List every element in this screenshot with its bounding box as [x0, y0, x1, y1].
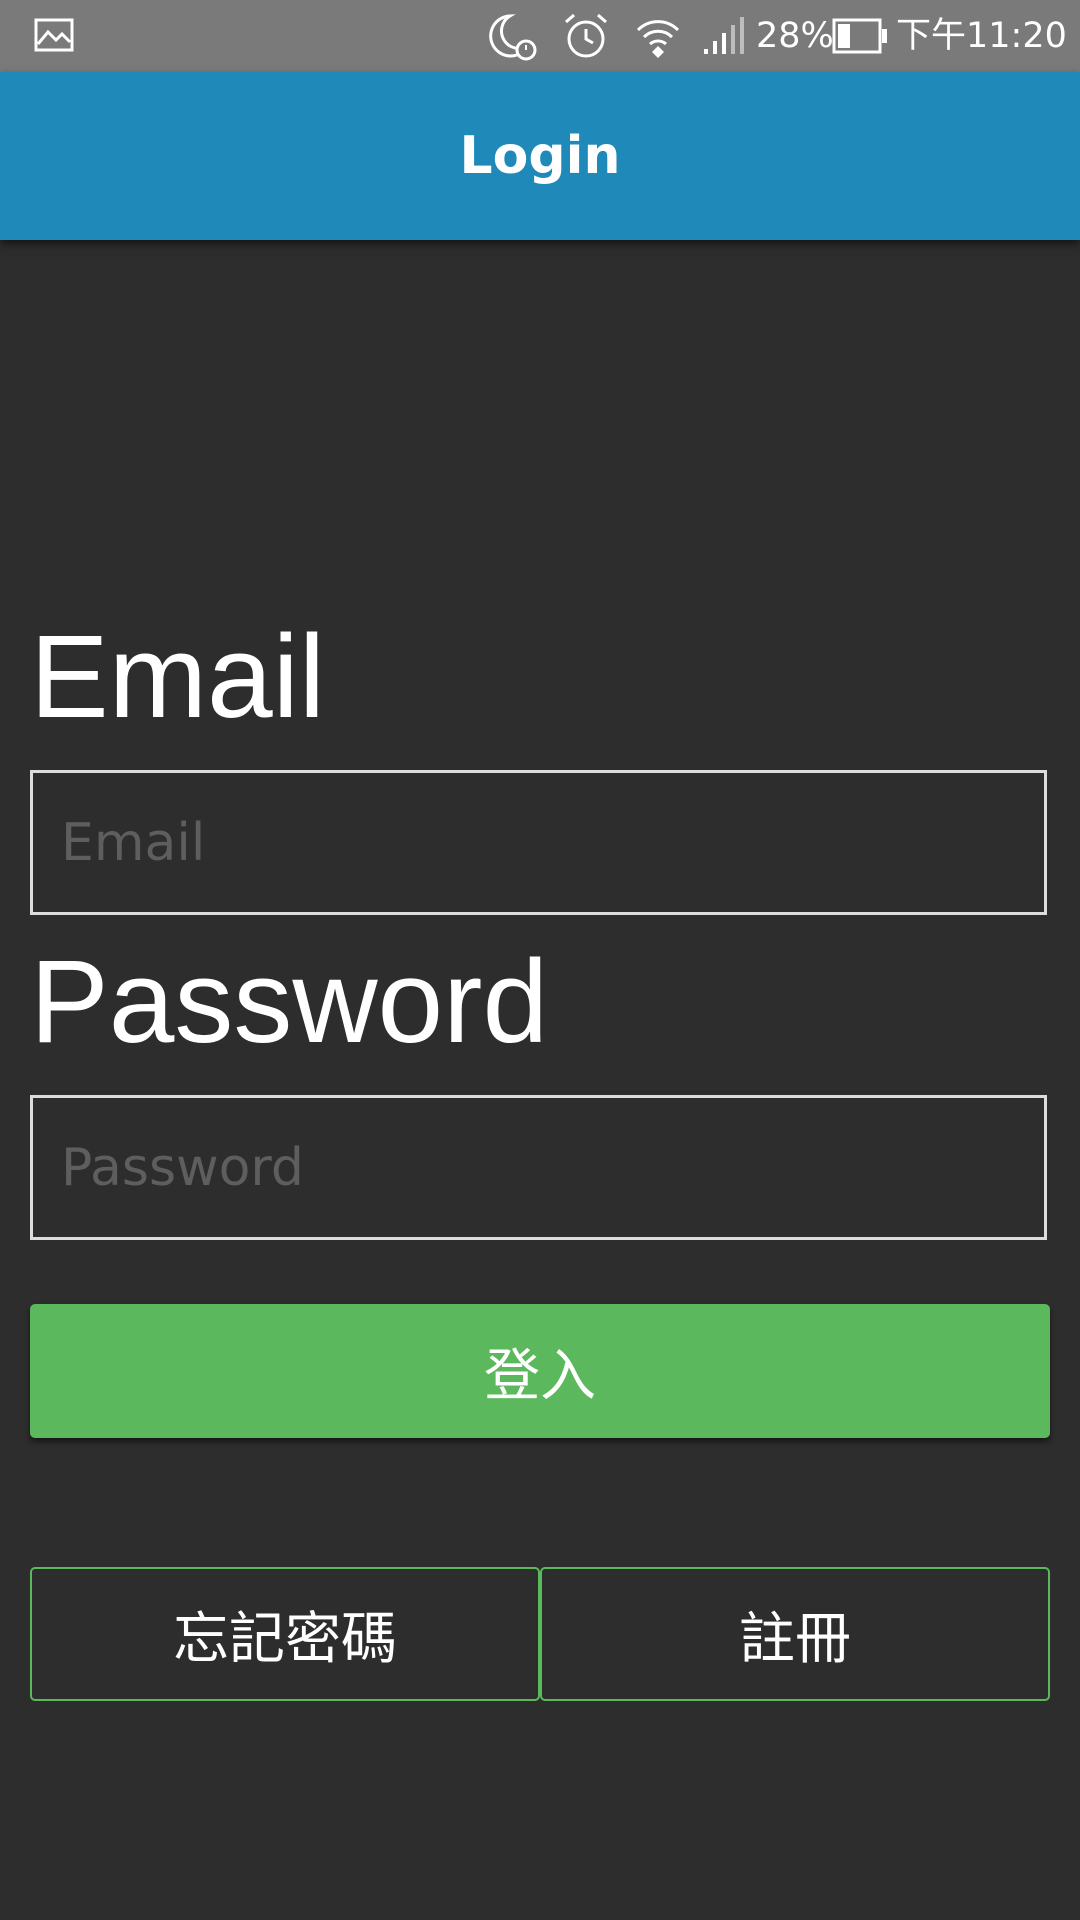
- email-label: Email: [30, 611, 326, 743]
- alarm-clock-icon: [562, 12, 610, 66]
- do-not-disturb-alarm-icon: [488, 12, 540, 66]
- battery-percent-label: 28%: [756, 16, 834, 56]
- login-button[interactable]: 登入: [30, 1304, 1050, 1438]
- signal-strength-icon: [702, 16, 746, 60]
- password-label: Password: [30, 936, 549, 1068]
- app-bar: Login: [0, 72, 1080, 240]
- email-field[interactable]: [30, 770, 1047, 915]
- clock-time: 下午11:20: [896, 16, 1067, 56]
- battery-icon: [832, 18, 888, 58]
- password-field[interactable]: [30, 1095, 1047, 1240]
- forgot-password-button[interactable]: 忘記密碼: [30, 1567, 540, 1701]
- register-button[interactable]: 註冊: [540, 1567, 1050, 1701]
- page-title: Login: [459, 126, 621, 186]
- status-bar: 28% 下午11:20: [0, 0, 1080, 72]
- wifi-icon: [634, 14, 682, 64]
- login-screen: 28% 下午11:20 Login Email Password 登入 忘記密碼…: [0, 0, 1080, 1920]
- gallery-notification-icon: [34, 18, 74, 56]
